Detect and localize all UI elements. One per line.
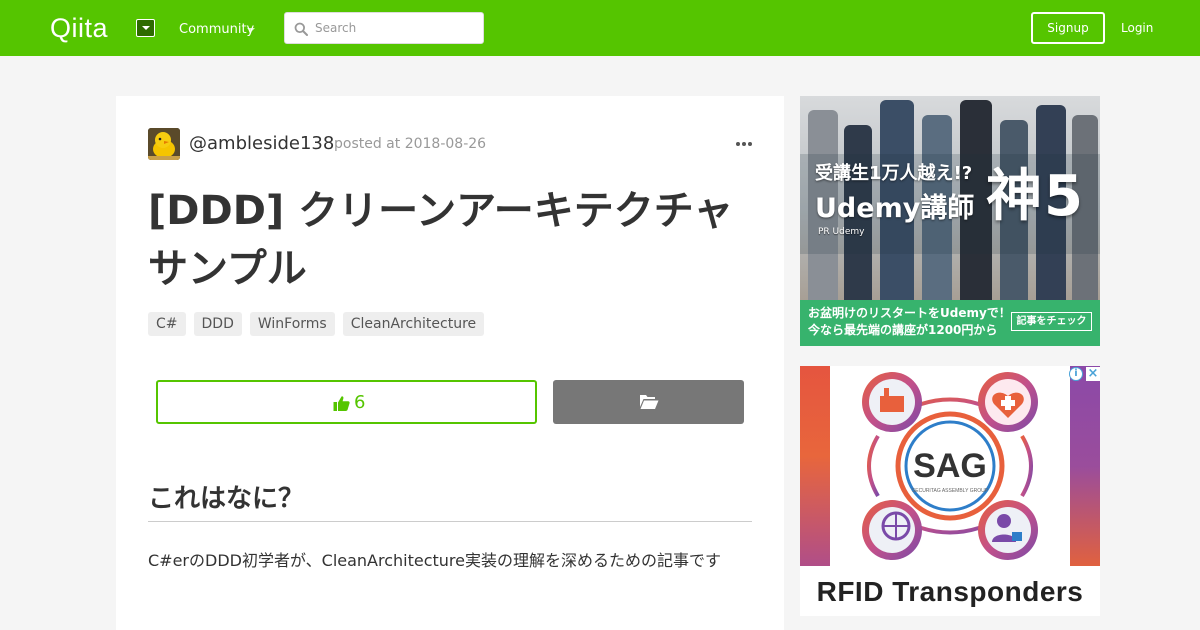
logo-dropdown-button[interactable]	[136, 19, 155, 37]
ad-headline: 受講生1万人越え!?	[815, 163, 973, 184]
ad-check-button[interactable]: 記事をチェック	[1011, 312, 1092, 331]
qiita-logo[interactable]: Qiita	[50, 13, 108, 43]
ad-pr-label: PR Udemy	[818, 227, 865, 237]
article-paragraph: C#erのDDD初学者が、CleanArchitecture実装の理解を深めるた…	[148, 551, 722, 570]
author-name[interactable]: @ambleside138	[189, 133, 334, 155]
search-box[interactable]	[284, 12, 484, 44]
tag-cleanarchitecture[interactable]: CleanArchitecture	[342, 312, 485, 336]
like-count: 6	[354, 392, 366, 413]
ad-brand: Udemy講師	[815, 193, 975, 224]
stock-button[interactable]	[553, 380, 744, 424]
tag-ddd[interactable]: DDD	[193, 312, 242, 336]
thumbs-up-icon	[333, 395, 350, 411]
avatar[interactable]	[148, 128, 180, 160]
community-menu[interactable]: Community	[179, 21, 254, 39]
tag-list: C# DDD WinForms CleanArchitecture	[148, 312, 485, 336]
caret-down-icon[interactable]	[247, 28, 255, 32]
signup-button[interactable]: Signup	[1031, 12, 1105, 44]
sag-logo-text: SAG	[913, 447, 987, 485]
login-link[interactable]: Login	[1121, 20, 1153, 36]
sag-logo-subtext: SECURITAG ASSEMBLY GROUP	[912, 488, 989, 494]
tag-csharp[interactable]: C#	[148, 312, 186, 336]
search-icon	[294, 22, 308, 36]
folder-open-icon	[640, 395, 659, 409]
ad-caption: RFID Transponders	[816, 576, 1084, 607]
article-title: [DDD] クリーンアーキテクチャサンプル	[148, 188, 734, 292]
like-button[interactable]: 6	[156, 380, 537, 424]
udemy-ad[interactable]: 受講生1万人越え!? Udemy講師 神5 PR Udemy お盆明けのリスター…	[800, 96, 1100, 346]
search-input[interactable]	[315, 13, 481, 43]
more-options-icon[interactable]	[734, 134, 754, 154]
heading-divider	[148, 521, 752, 522]
sag-logo-graphic: SAG SECURITAG ASSEMBLY GROUP	[862, 372, 1038, 560]
posted-date: posted at 2018-08-26	[334, 136, 487, 152]
ad-bar-text-1: お盆明けのリスタートをUdemyで！	[808, 306, 1011, 320]
chick-avatar-image	[148, 128, 180, 160]
tag-winforms[interactable]: WinForms	[249, 312, 335, 336]
ad-gradient-left	[800, 366, 830, 566]
ad-big-text: 神5	[986, 164, 1085, 229]
ad-gradient-right	[1070, 366, 1100, 566]
sag-ad[interactable]: SAG SECURITAG ASSEMBLY GROUP i × RFID Tr…	[800, 366, 1100, 616]
ad-bar-text-2: 今なら最先端の講座が1200円から	[808, 323, 998, 337]
top-navbar: Qiita Community Signup Login	[0, 0, 1200, 56]
ad-artwork: SAG SECURITAG ASSEMBLY GROUP	[830, 366, 1070, 566]
ad-close-icon[interactable]: ×	[1086, 367, 1100, 381]
ad-info-icon[interactable]: i	[1069, 367, 1083, 381]
section-heading: これはなに？	[148, 484, 305, 514]
